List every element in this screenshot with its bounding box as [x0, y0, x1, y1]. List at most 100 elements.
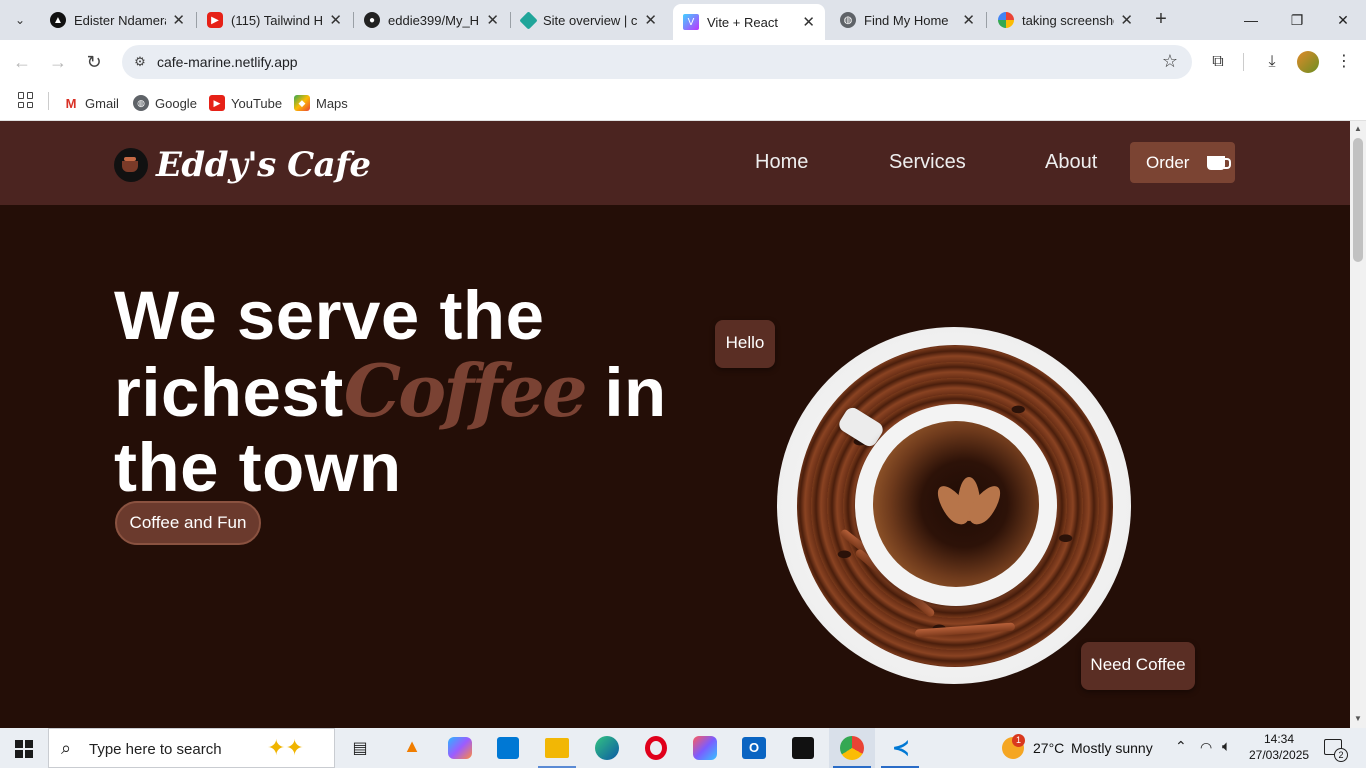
bookmark-label: Google	[155, 95, 197, 111]
hero-heading: We serve the richestCoffee in the town	[114, 277, 667, 506]
close-icon[interactable]: ✕	[172, 11, 185, 29]
forward-button[interactable]: →	[44, 48, 72, 76]
site-info-icon[interactable]: ⚙	[130, 52, 150, 72]
edge-browser-icon[interactable]	[595, 736, 619, 760]
menu-icon[interactable]: ⋮	[1332, 50, 1356, 74]
tab-youtube[interactable]: ▶ (115) Tailwind H ✕	[197, 4, 352, 36]
bookmark-youtube[interactable]: ▶ YouTube	[209, 92, 282, 114]
netlify-favicon-icon	[519, 10, 538, 30]
chrome-icon	[840, 736, 864, 760]
tab-vite-react[interactable]: V Vite + React ✕	[673, 4, 825, 40]
nav-link-about[interactable]: About	[1045, 151, 1097, 174]
arrow-right-icon: →	[49, 52, 67, 72]
tab-github[interactable]: ● eddie399/My_H ✕	[354, 4, 509, 36]
tab-title: taking screensho	[1022, 12, 1115, 28]
close-icon[interactable]: ✕	[486, 11, 499, 29]
bookmark-gmail[interactable]: M Gmail	[63, 92, 119, 114]
hero-accent-word: Coffee	[343, 348, 588, 433]
opera-browser-icon[interactable]	[645, 736, 667, 760]
bookmark-label: Gmail	[85, 95, 119, 111]
outlook-icon[interactable]: O	[742, 737, 766, 759]
scrollbar-thumb[interactable]	[1353, 138, 1363, 262]
reload-button[interactable]: ↻	[80, 48, 108, 76]
vite-favicon-icon: V	[683, 14, 699, 30]
bookmark-star-icon[interactable]: ☆	[1162, 51, 1178, 72]
scroll-up-icon[interactable]: ▲	[1354, 124, 1362, 133]
tab-netlify[interactable]: Site overview | c ✕	[512, 4, 667, 36]
file-explorer-icon[interactable]	[545, 738, 569, 758]
bookmark-label: Maps	[316, 95, 348, 111]
vscode-icon[interactable]: ≺	[889, 736, 913, 760]
chrome-taskbar-button[interactable]	[829, 728, 875, 768]
hero-badge-button[interactable]: Coffee and Fun	[115, 501, 261, 545]
bookmark-maps[interactable]: ◆ Maps	[294, 92, 348, 114]
chevron-up-icon[interactable]: ⌃	[1175, 738, 1187, 755]
google-favicon-icon	[998, 12, 1014, 28]
scroll-down-icon[interactable]: ▼	[1354, 714, 1362, 723]
notification-count-badge: 2	[1334, 748, 1348, 762]
tab-title: (115) Tailwind H	[231, 12, 324, 28]
clock-date[interactable]: 27/03/2025	[1249, 748, 1309, 762]
close-icon[interactable]: ✕	[1120, 11, 1133, 29]
search-icon: ⌕	[61, 738, 72, 758]
minimize-icon: —	[1244, 12, 1258, 28]
logo-text: Eddy's Cafe	[156, 145, 371, 185]
copilot-app-icon[interactable]	[448, 737, 472, 759]
youtube-favicon-icon: ▶	[207, 12, 223, 28]
profile-avatar[interactable]	[1297, 51, 1319, 73]
plus-icon: +	[1155, 8, 1167, 30]
need-coffee-bubble: Need Coffee	[1081, 642, 1195, 690]
apps-grid-icon[interactable]	[18, 92, 34, 108]
tab-title: Site overview | c	[543, 12, 638, 28]
arrow-left-icon: ←	[13, 52, 31, 72]
order-button[interactable]: Order	[1130, 142, 1235, 183]
nav-link-home[interactable]: Home	[755, 151, 808, 174]
minimize-button[interactable]: —	[1228, 6, 1274, 34]
close-icon: ✕	[1337, 12, 1349, 28]
copilot-sparkle-icon: ✦✦	[267, 735, 304, 760]
task-view-icon[interactable]: ▤	[350, 738, 370, 758]
windows-start-icon[interactable]	[15, 740, 33, 758]
site-logo[interactable]: Eddy's Cafe	[114, 145, 371, 185]
microsoft365-icon[interactable]	[693, 736, 717, 760]
close-icon[interactable]: ✕	[644, 11, 657, 29]
tab-find-my-home[interactable]: ◍ Find My Home ✕	[830, 4, 985, 36]
microsoft-store-icon[interactable]	[497, 737, 519, 759]
new-tab-button[interactable]: +	[1150, 6, 1172, 34]
close-window-button[interactable]: ✕	[1320, 6, 1366, 34]
coffee-cup-icon	[1207, 155, 1232, 170]
download-icon[interactable]: ⤓	[1260, 50, 1284, 74]
extensions-icon[interactable]: ⧉	[1206, 50, 1230, 74]
url-text[interactable]: cafe-marine.netlify.app	[157, 54, 298, 70]
close-icon[interactable]: ✕	[962, 11, 975, 29]
reload-icon: ↻	[86, 52, 102, 72]
address-bar[interactable]: ⚙ cafe-marine.netlify.app ☆	[122, 45, 1192, 79]
close-icon[interactable]: ✕	[329, 11, 342, 29]
clock-time[interactable]: 14:34	[1264, 732, 1294, 746]
nav-link-services[interactable]: Services	[889, 151, 966, 174]
close-icon[interactable]: ✕	[802, 13, 815, 31]
taskbar-search-box[interactable]: ⌕ Type here to search ✦✦	[48, 728, 335, 768]
tab-edister[interactable]: ▲ Edister Ndamera ✕	[40, 4, 195, 36]
profile-favicon-icon: ▲	[50, 12, 66, 28]
wifi-icon[interactable]: ◠	[1200, 739, 1212, 756]
weather-temperature[interactable]: 27°C	[1033, 740, 1064, 756]
figma-icon[interactable]	[792, 737, 814, 759]
tab-title: Edister Ndamera	[74, 12, 167, 28]
tab-search-button[interactable]: ⌄	[6, 6, 34, 34]
tab-google-search[interactable]: taking screensho ✕	[988, 4, 1143, 36]
web-page: Eddy's Cafe Home Services About Order We…	[0, 121, 1350, 728]
bookmark-label: YouTube	[231, 95, 283, 111]
vlc-icon[interactable]: ▲	[401, 736, 423, 760]
page-scrollbar[interactable]: ▲ ▼	[1350, 121, 1366, 728]
bookmark-google[interactable]: ◍ Google	[133, 92, 197, 114]
restore-button[interactable]: ❐	[1274, 6, 1320, 34]
chevron-down-icon: ⌄	[14, 13, 26, 27]
back-button[interactable]: ←	[8, 48, 36, 76]
gmail-icon: M	[63, 95, 79, 111]
order-label: Order	[1146, 152, 1190, 172]
weather-alert-badge: 1	[1012, 734, 1025, 747]
weather-description[interactable]: Mostly sunny	[1071, 740, 1153, 756]
taskbar: ⌕ Type here to search ✦✦ ▤ ▲ O ≺ 1 27°C …	[0, 728, 1366, 768]
volume-icon[interactable]: 🔈︎	[1222, 738, 1231, 755]
